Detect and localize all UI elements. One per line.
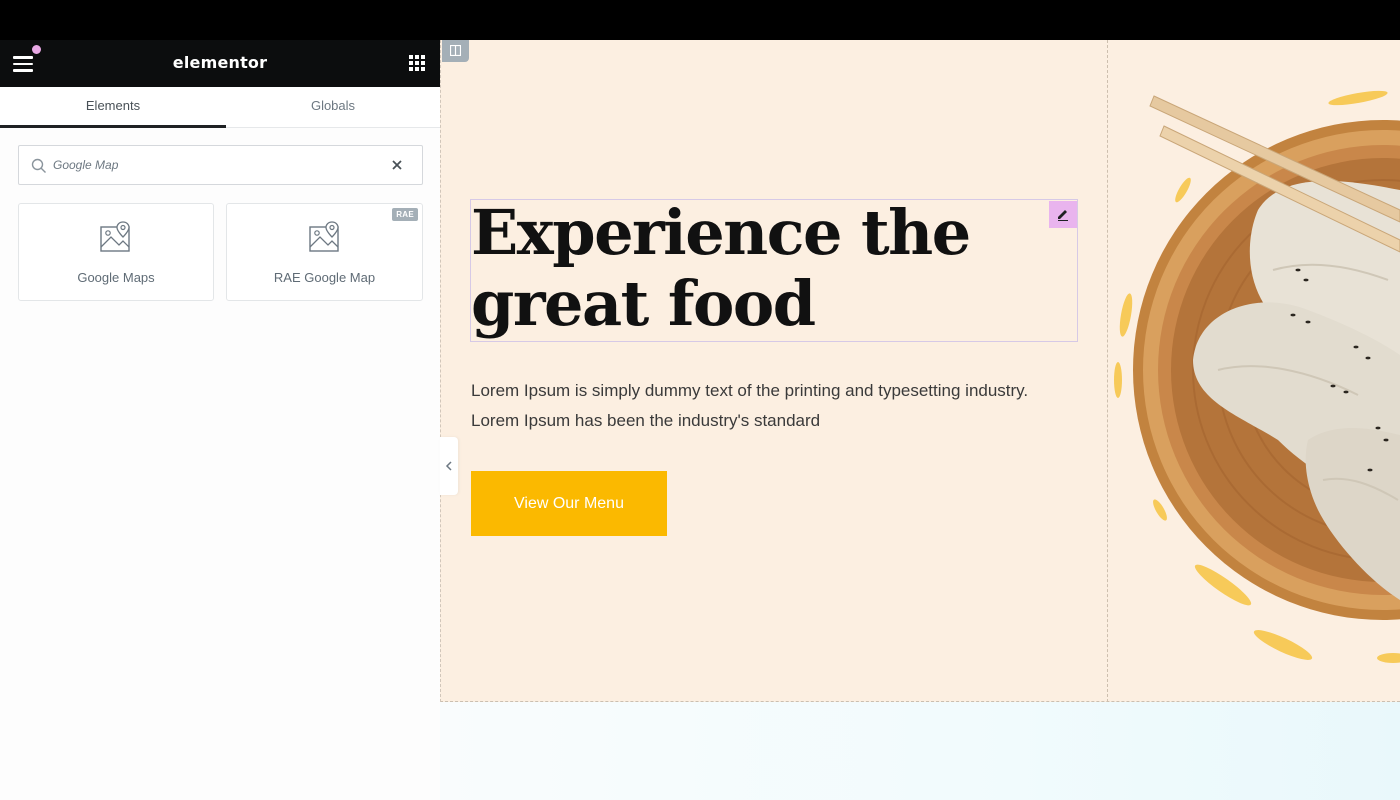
search-icon xyxy=(31,158,46,173)
next-section-area xyxy=(440,702,1400,800)
tab-globals[interactable]: Globals xyxy=(226,87,440,128)
view-menu-button[interactable]: View Our Menu xyxy=(471,471,667,536)
editor-panel: elementor Elements Globals Google Map Go… xyxy=(0,40,440,800)
dumplings-bowl-image xyxy=(1114,90,1400,663)
section-outline xyxy=(440,40,441,702)
tab-elements[interactable]: Elements xyxy=(0,87,226,128)
hero-body-text[interactable]: Lorem Ipsum is simply dummy text of the … xyxy=(471,376,1051,436)
search-input[interactable] xyxy=(53,155,373,175)
preview-canvas: Experience the great food Lorem Ipsum is… xyxy=(440,40,1400,800)
panel-header: elementor xyxy=(0,40,440,87)
hero-section[interactable]: Experience the great food Lorem Ipsum is… xyxy=(440,40,1400,702)
chevron-left-icon xyxy=(445,461,452,471)
widget-label: RAE Google Map xyxy=(273,270,376,285)
widget-label: Google Maps xyxy=(77,270,155,285)
widgets-grid-icon[interactable] xyxy=(409,55,425,71)
columns-icon xyxy=(450,45,461,56)
section-handle[interactable] xyxy=(442,40,469,62)
hero-heading[interactable]: Experience the great food xyxy=(471,197,1031,339)
widget-search xyxy=(18,145,423,185)
browser-top-bar xyxy=(0,0,1400,40)
close-icon[interactable] xyxy=(389,157,405,173)
google-maps-icon xyxy=(309,221,339,252)
rae-badge: RAE xyxy=(392,208,418,221)
panel-tabs: Elements Globals xyxy=(0,87,440,128)
collapse-panel-button[interactable] xyxy=(440,437,458,495)
pencil-icon xyxy=(1058,210,1068,221)
widget-google-maps[interactable]: Google Maps xyxy=(18,203,214,301)
brand-logo: elementor xyxy=(172,53,268,72)
google-maps-icon xyxy=(100,221,130,252)
edit-widget-button[interactable] xyxy=(1049,201,1077,228)
widget-rae-google-map[interactable]: RAE RAE Google Map xyxy=(226,203,423,301)
